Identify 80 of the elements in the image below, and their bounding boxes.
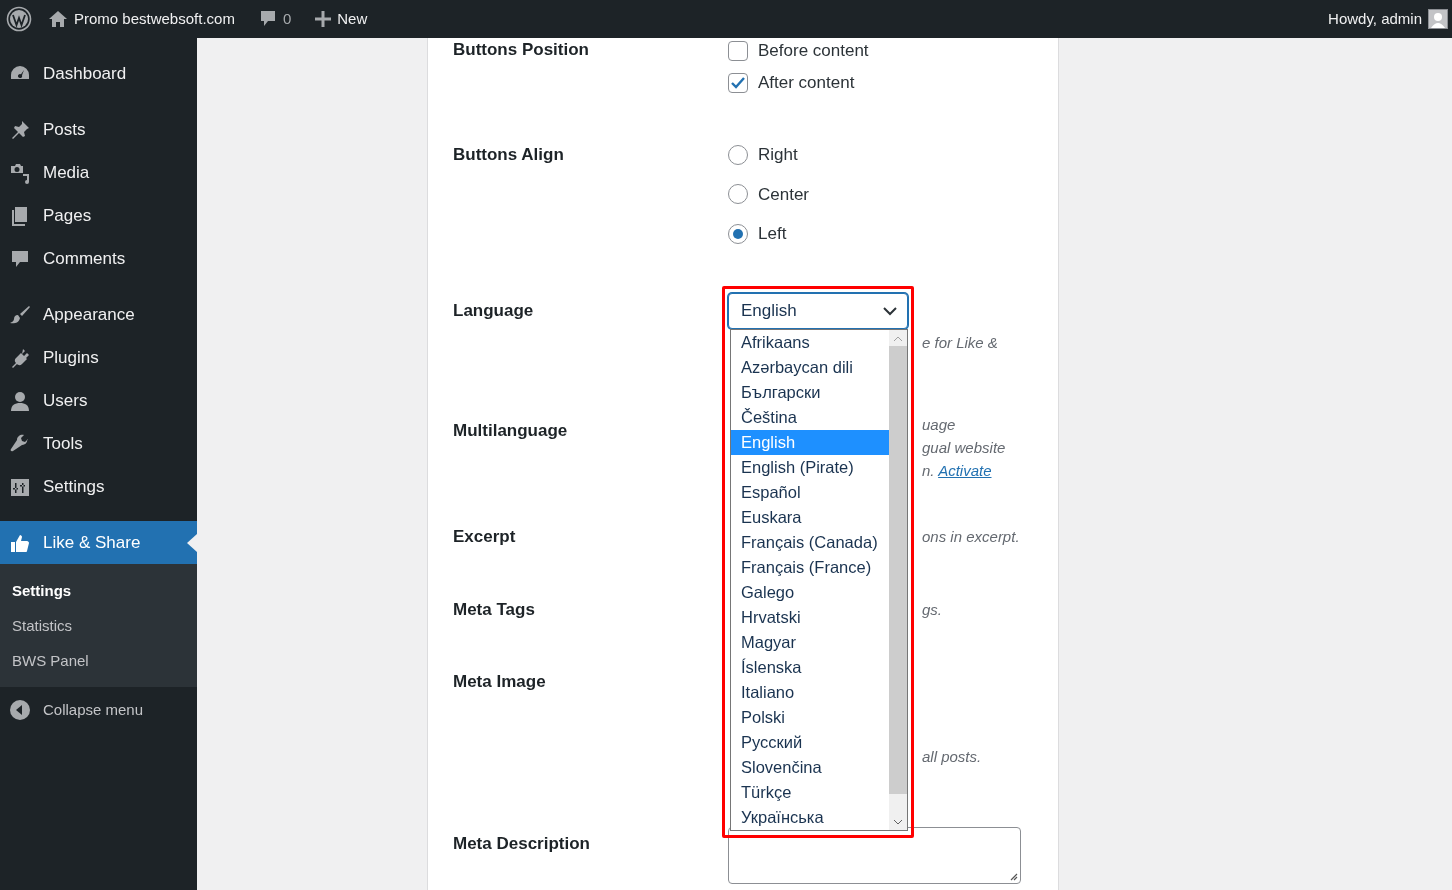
dropdown-option[interactable]: Українська <box>731 805 889 830</box>
sidebar-item[interactable]: Plugins <box>0 336 197 379</box>
person-icon <box>9 389 31 412</box>
radio-button[interactable] <box>728 184 748 205</box>
dropdown-option[interactable]: Türkçe <box>731 780 889 805</box>
activate-link[interactable]: Activate <box>938 462 992 479</box>
option-label: After content <box>758 72 855 95</box>
dropdown-option[interactable]: Galego <box>731 580 889 605</box>
collapse-icon <box>9 699 31 721</box>
description-text: gs. <box>922 600 942 620</box>
textarea-field[interactable] <box>728 827 1021 884</box>
sidebar-item[interactable]: Users <box>0 379 197 422</box>
wordpress-logo-icon[interactable] <box>6 6 32 32</box>
chevron-down-icon <box>883 306 897 316</box>
radio-button[interactable] <box>728 144 748 165</box>
option-label: Right <box>758 144 798 166</box>
home-icon[interactable] <box>48 10 68 28</box>
option-label: Left <box>758 223 787 245</box>
sidebar-item[interactable]: Like & Share <box>0 521 197 564</box>
description-text: n. Activate <box>922 461 993 481</box>
submenu-item[interactable]: Statistics <box>0 609 197 644</box>
plus-icon[interactable] <box>315 11 332 27</box>
site-name-link[interactable]: Promo bestwebsoft.com <box>74 7 235 31</box>
camera-music-icon <box>9 161 31 184</box>
option-label: Before content <box>758 40 869 63</box>
dropdown-option[interactable]: Afrikaans <box>731 330 889 355</box>
sidebar-item[interactable]: Dashboard <box>0 52 197 95</box>
language-select[interactable]: English <box>728 293 908 329</box>
option-label: Center <box>758 183 810 206</box>
user-greeting[interactable]: Howdy, admin <box>1328 7 1422 31</box>
field-label: Meta Image <box>453 671 547 693</box>
dropdown-option[interactable]: Français (France) <box>731 555 889 580</box>
new-link[interactable]: New <box>337 7 368 31</box>
field-label: Meta Description <box>453 833 591 855</box>
sidebar-item[interactable]: Comments <box>0 237 197 280</box>
dropdown-option[interactable]: Български <box>731 380 889 405</box>
dropdown-option[interactable]: Íslenska <box>731 655 889 680</box>
description-text: uage <box>922 415 957 435</box>
collapse-menu-button[interactable]: Collapse menu <box>0 689 197 731</box>
sidebar-item[interactable]: Settings <box>0 465 197 508</box>
dropdown-option[interactable]: Euskara <box>731 505 889 530</box>
dropdown-option[interactable]: Italiano <box>731 680 889 705</box>
sidebar-item[interactable]: Media <box>0 151 197 194</box>
comment-icon[interactable] <box>258 10 277 28</box>
field-label: Language <box>453 300 535 322</box>
dropdown-option[interactable]: Magyar <box>731 630 889 655</box>
checkbox[interactable] <box>728 73 748 93</box>
description-text: e for Like & <box>922 333 998 353</box>
dropdown-option[interactable]: Čeština <box>731 405 889 430</box>
paintbrush-icon <box>9 303 31 326</box>
dropdown-option[interactable]: English (Pirate) <box>731 455 889 480</box>
dropdown-option[interactable]: Slovenčina <box>731 755 889 780</box>
field-label: Buttons Position <box>453 39 590 61</box>
sidebar-item[interactable]: Posts <box>0 108 197 151</box>
comment-count: 0 <box>282 8 292 29</box>
checkbox[interactable] <box>728 41 748 61</box>
sidebar-item[interactable]: Pages <box>0 194 197 237</box>
dropdown-option[interactable]: Hrvatski <box>731 605 889 630</box>
dropdown-option[interactable]: Español <box>731 480 889 505</box>
scroll-down-icon[interactable] <box>894 819 902 825</box>
sidebar-item[interactable]: Appearance <box>0 293 197 336</box>
dropdown-option[interactable]: Français (Canada) <box>731 530 889 555</box>
sidebar-item[interactable]: Tools <box>0 422 197 465</box>
scrollbar[interactable] <box>889 330 907 830</box>
dropdown-option[interactable]: Polski <box>731 705 889 730</box>
field-label: Excerpt <box>453 526 517 548</box>
avatar-icon[interactable] <box>1428 9 1448 29</box>
menu-pointer <box>187 534 197 552</box>
resize-handle-icon[interactable] <box>1009 872 1018 881</box>
description-text: all posts. <box>922 747 982 767</box>
submenu-item[interactable]: Settings <box>0 574 197 609</box>
dropdown-option[interactable]: Azərbaycan dili <box>731 355 889 380</box>
submenu-item[interactable]: BWS Panel <box>0 644 197 679</box>
description-text: ons in excerpt. <box>922 527 1020 547</box>
description-text: gual website <box>922 438 1006 458</box>
field-label: Meta Tags <box>453 599 536 621</box>
field-label: Buttons Align <box>453 144 565 166</box>
dropdown-option[interactable]: Русский <box>731 730 889 755</box>
field-label: Multilanguage <box>453 420 569 442</box>
radio-button[interactable] <box>728 223 748 244</box>
